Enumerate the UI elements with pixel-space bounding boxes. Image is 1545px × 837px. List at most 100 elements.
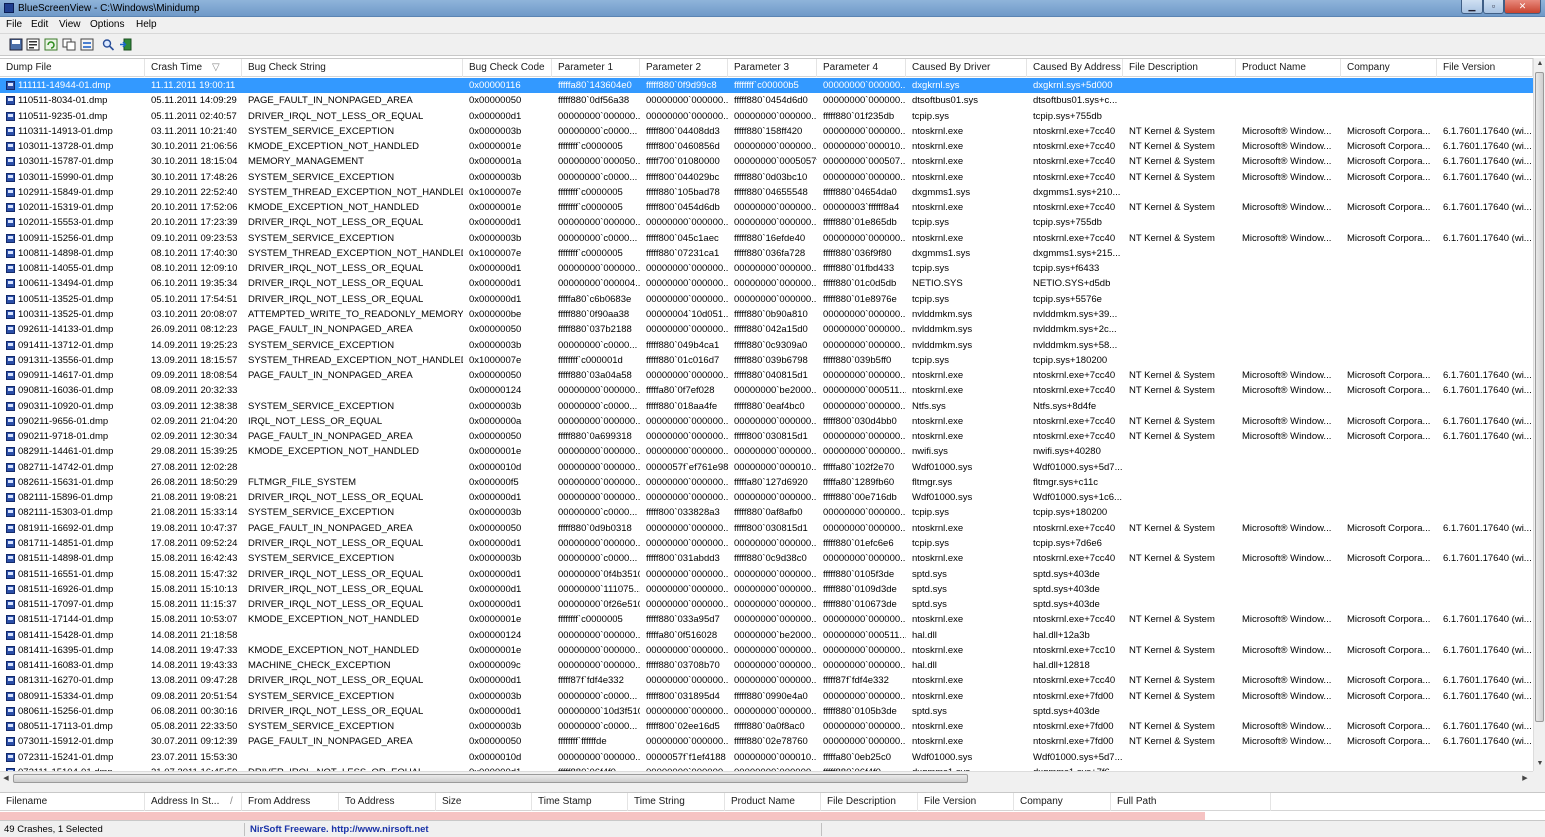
column-header-bug-check-code[interactable]: Bug Check Code [463, 59, 552, 77]
copy-icon[interactable] [62, 38, 76, 51]
column-header-file-version[interactable]: File Version [1437, 59, 1533, 77]
column-header-dump-file[interactable]: Dump File [0, 59, 145, 77]
nirsoft-link[interactable]: NirSoft Freeware. http://www.nirsoft.net [248, 823, 822, 836]
driver-column-header-size[interactable]: Size [436, 793, 532, 811]
column-header-parameter-1[interactable]: Parameter 1 [552, 59, 640, 77]
maximize-button[interactable]: ▫ [1483, 0, 1504, 14]
driver-column-header-to-address[interactable]: To Address [339, 793, 436, 811]
column-header-caused-by-driver[interactable]: Caused By Driver [906, 59, 1027, 77]
crash-row[interactable]: 102011-15319-01.dmp 20.10.2011 17:52:06 KM… [0, 200, 1533, 215]
crash-row[interactable]: 103011-13728-01.dmp 30.10.2011 21:06:56 KM… [0, 139, 1533, 154]
scroll-right-icon[interactable]: ▶ [1519, 772, 1531, 785]
crash-row[interactable]: 110511-8034-01.dmp 05.11.2011 14:09:29 PAG… [0, 93, 1533, 108]
crash-row[interactable]: 082711-14742-01.dmp 27.08.2011 12:02:28 0x… [0, 460, 1533, 475]
crash-row[interactable]: 111111-14944-01.dmp 11.11.2011 19:00:11 0x… [0, 78, 1533, 94]
column-header-crash-time[interactable]: Crash Time [145, 59, 242, 77]
menu-options[interactable]: Options [90, 19, 124, 30]
crash-row[interactable]: 081411-15428-01.dmp 14.08.2011 21:18:58 0x… [0, 628, 1533, 643]
crash-row[interactable]: 082111-15896-01.dmp 21.08.2011 19:08:21 DR… [0, 490, 1533, 505]
crash-row[interactable]: 081711-14851-01.dmp 17.08.2011 09:52:24 DR… [0, 536, 1533, 551]
crash-row[interactable]: 082911-14461-01.dmp 29.08.2011 15:39:25 KM… [0, 444, 1533, 459]
cell-product-name [1236, 93, 1341, 108]
crash-row[interactable]: 090311-10920-01.dmp 03.09.2011 12:38:38 SY… [0, 399, 1533, 414]
crash-row[interactable]: 081911-16692-01.dmp 19.08.2011 10:47:37 PA… [0, 521, 1533, 536]
driver-column-header-full-path[interactable]: Full Path [1111, 793, 1271, 811]
crash-row[interactable]: 102011-15553-01.dmp 20.10.2011 17:23:39 DR… [0, 215, 1533, 230]
crash-row[interactable]: 102911-15849-01.dmp 29.10.2011 22:52:40 SY… [0, 185, 1533, 200]
crash-row[interactable]: 081511-17144-01.dmp 15.08.2011 10:53:07 KM… [0, 612, 1533, 627]
column-header-company[interactable]: Company [1341, 59, 1437, 77]
crash-list[interactable]: Dump File Crash Time Bug Check String Bug C… [0, 58, 1533, 771]
driver-list[interactable]: Filename Address In St... From Address To A… [0, 792, 1545, 820]
column-header-product-name[interactable]: Product Name [1236, 59, 1341, 77]
driver-column-header-time-stamp[interactable]: Time Stamp [532, 793, 628, 811]
crash-row[interactable]: 081511-14898-01.dmp 15.08.2011 16:42:43 SY… [0, 551, 1533, 566]
crash-row[interactable]: 081511-17097-01.dmp 15.08.2011 11:15:37 DR… [0, 597, 1533, 612]
menu-help[interactable]: Help [136, 19, 157, 30]
column-header-parameter-2[interactable]: Parameter 2 [640, 59, 728, 77]
cell-caused-by-address: ntoskrnl.exe+7cc40 [1033, 553, 1116, 565]
crash-row[interactable]: 090911-14617-01.dmp 09.09.2011 18:08:54 PA… [0, 368, 1533, 383]
crash-row[interactable]: 091411-13712-01.dmp 14.09.2011 19:25:23 SY… [0, 338, 1533, 353]
exit-icon[interactable] [119, 38, 133, 51]
crash-row[interactable]: 081511-16926-01.dmp 15.08.2011 15:10:13 DR… [0, 582, 1533, 597]
crash-row[interactable]: 081311-16270-01.dmp 13.08.2011 09:47:28 DR… [0, 673, 1533, 688]
menu-view[interactable]: View [59, 19, 81, 30]
crash-row[interactable]: 100811-14055-01.dmp 08.10.2011 12:09:10 DR… [0, 261, 1533, 276]
crash-row[interactable]: 091311-13556-01.dmp 13.09.2011 18:15:57 SY… [0, 353, 1533, 368]
crash-row[interactable]: 090211-9656-01.dmp 02.09.2011 21:04:20 IRQ… [0, 414, 1533, 429]
crash-row[interactable]: 080511-17113-01.dmp 05.08.2011 22:33:50 SY… [0, 719, 1533, 734]
pane-splitter[interactable] [0, 785, 1545, 792]
scroll-left-icon[interactable]: ◀ [0, 772, 12, 785]
column-header-parameter-3[interactable]: Parameter 3 [728, 59, 817, 77]
crash-row[interactable]: 090211-9718-01.dmp 02.09.2011 12:30:34 PAG… [0, 429, 1533, 444]
driver-column-header-time-string[interactable]: Time String [628, 793, 725, 811]
crash-row[interactable]: 090811-16036-01.dmp 08.09.2011 20:32:33 0x… [0, 383, 1533, 398]
vertical-scroll-thumb[interactable] [1535, 72, 1544, 722]
driver-column-header-filename[interactable]: Filename [0, 793, 145, 811]
driver-column-header-company[interactable]: Company [1014, 793, 1111, 811]
column-header-bug-check-string[interactable]: Bug Check String [242, 59, 463, 77]
column-header-caused-by-address[interactable]: Caused By Address [1027, 59, 1123, 77]
crash-row[interactable]: 103011-15990-01.dmp 30.10.2011 17:48:26 SY… [0, 170, 1533, 185]
column-header-parameter-4[interactable]: Parameter 4 [817, 59, 906, 77]
crash-row[interactable]: 080911-15334-01.dmp 09.08.2011 20:51:54 SY… [0, 689, 1533, 704]
properties-icon[interactable] [26, 38, 40, 51]
save-icon[interactable] [9, 38, 23, 51]
vertical-scrollbar[interactable]: ▲ ▼ [1533, 58, 1545, 771]
refresh-icon[interactable] [44, 38, 58, 51]
close-button[interactable]: ✕ [1504, 0, 1541, 14]
crash-row[interactable]: 110511-9235-01.dmp 05.11.2011 02:40:57 DRI… [0, 109, 1533, 124]
crash-row[interactable]: 081411-16083-01.dmp 14.08.2011 19:43:33 MA… [0, 658, 1533, 673]
menu-edit[interactable]: Edit [31, 19, 48, 30]
crash-row[interactable]: 100311-13525-01.dmp 03.10.2011 20:08:07 AT… [0, 307, 1533, 322]
driver-list-row[interactable] [0, 812, 1205, 820]
crash-row[interactable]: 092611-14133-01.dmp 26.09.2011 08:12:23 PA… [0, 322, 1533, 337]
scroll-down-icon[interactable]: ▼ [1534, 758, 1545, 770]
column-header-file-description[interactable]: File Description [1123, 59, 1236, 77]
horizontal-scroll-thumb[interactable] [13, 774, 968, 783]
horizontal-scrollbar[interactable]: ◀ ▶ [0, 771, 1533, 785]
menu-file[interactable]: File [6, 19, 22, 30]
crash-row[interactable]: 073011-15912-01.dmp 30.07.2011 09:12:39 PA… [0, 734, 1533, 749]
crash-row[interactable]: 081411-16395-01.dmp 14.08.2011 19:47:33 KM… [0, 643, 1533, 658]
crash-row[interactable]: 080611-15256-01.dmp 06.08.2011 00:30:16 DR… [0, 704, 1533, 719]
crash-row[interactable]: 082611-15631-01.dmp 26.08.2011 18:50:29 FL… [0, 475, 1533, 490]
html-report-icon[interactable] [80, 38, 94, 51]
minimize-button[interactable]: ▁ [1461, 0, 1483, 14]
driver-column-header-file-version[interactable]: File Version [918, 793, 1014, 811]
driver-column-header-from-address[interactable]: From Address [242, 793, 339, 811]
crash-row[interactable]: 103011-15787-01.dmp 30.10.2011 18:15:04 ME… [0, 154, 1533, 169]
crash-row[interactable]: 110311-14913-01.dmp 03.11.2011 10:21:40 SY… [0, 124, 1533, 139]
driver-column-header-file-description[interactable]: File Description [821, 793, 918, 811]
crash-row[interactable]: 100611-13494-01.dmp 06.10.2011 19:35:34 DR… [0, 276, 1533, 291]
crash-row[interactable]: 100911-15256-01.dmp 09.10.2011 09:23:53 SY… [0, 231, 1533, 246]
crash-row[interactable]: 082111-15303-01.dmp 21.08.2011 15:33:14 SY… [0, 505, 1533, 520]
crash-row[interactable]: 081511-16551-01.dmp 15.08.2011 15:47:32 DR… [0, 567, 1533, 582]
scroll-up-icon[interactable]: ▲ [1534, 58, 1545, 70]
crash-row[interactable]: 100811-14898-01.dmp 08.10.2011 17:40:30 SY… [0, 246, 1533, 261]
driver-column-header-product-name[interactable]: Product Name [725, 793, 821, 811]
crash-row[interactable]: 072311-15241-01.dmp 23.07.2011 15:53:30 0x… [0, 750, 1533, 765]
crash-row[interactable]: 100511-13525-01.dmp 05.10.2011 17:54:51 DR… [0, 292, 1533, 307]
find-icon[interactable] [101, 38, 115, 51]
